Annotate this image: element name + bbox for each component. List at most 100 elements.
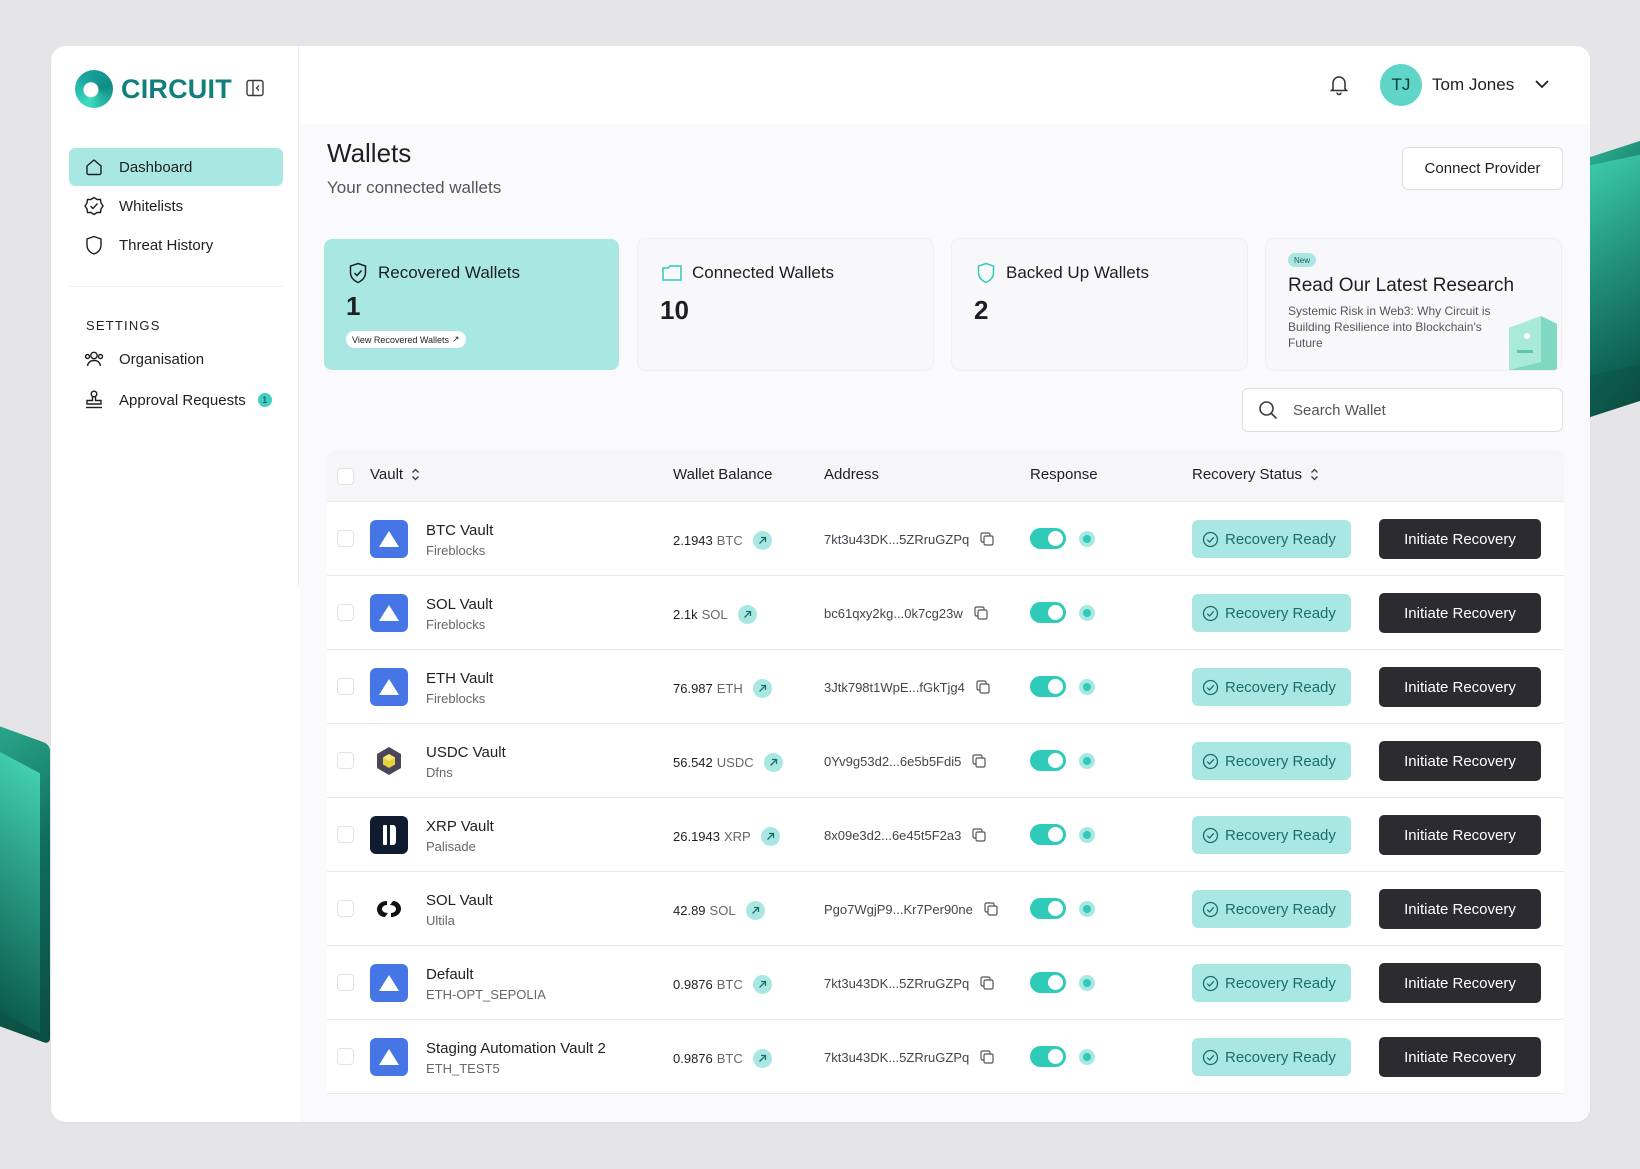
- arrow-up-right-icon[interactable]: [752, 679, 772, 698]
- column-label: Recovery Status: [1192, 466, 1303, 483]
- row-checkbox[interactable]: [337, 752, 354, 769]
- copy-icon[interactable]: [975, 679, 991, 695]
- response-status-dot: [1079, 901, 1095, 917]
- link-label: View Recovered Wallets: [352, 334, 450, 345]
- check-circle-icon: [1202, 753, 1219, 769]
- initiate-recovery-button[interactable]: Initiate Recovery: [1379, 593, 1541, 633]
- sidebar-item-organisation[interactable]: Organisation: [69, 340, 283, 378]
- copy-icon[interactable]: [979, 531, 995, 547]
- research-description: Systemic Risk in Web3: Why Circuit is Bu…: [1288, 304, 1491, 350]
- search-wallet-field[interactable]: [1242, 388, 1563, 432]
- copy-icon[interactable]: [983, 901, 999, 917]
- avatar[interactable]: TJ: [1380, 64, 1422, 106]
- response-toggle[interactable]: [1030, 750, 1066, 771]
- arrow-up-right-icon[interactable]: [760, 827, 780, 846]
- column-label: Response: [1030, 466, 1098, 483]
- connect-provider-button[interactable]: Connect Provider: [1402, 147, 1563, 190]
- recovered-wallets-card: Recovered Wallets 1 View Recovered Walle…: [324, 239, 619, 370]
- response-status-dot: [1079, 753, 1095, 769]
- sidebar-item-label: Dashboard: [119, 158, 193, 176]
- check-circle-icon: [1202, 975, 1219, 991]
- status-label: Recovery Ready: [1225, 1048, 1336, 1066]
- row-checkbox[interactable]: [337, 1048, 354, 1065]
- page-title: Wallets: [327, 138, 412, 168]
- response-toggle[interactable]: [1030, 602, 1066, 623]
- arrow-up-right-icon[interactable]: [737, 605, 757, 624]
- balance-unit: ETH: [716, 681, 743, 696]
- column-response: Response: [1030, 466, 1098, 483]
- initiate-recovery-button[interactable]: Initiate Recovery: [1379, 1037, 1541, 1077]
- wallet-balance: 56.542 USDC: [673, 753, 783, 772]
- arrow-up-right-icon[interactable]: [745, 901, 765, 920]
- initiate-recovery-button[interactable]: Initiate Recovery: [1379, 519, 1541, 559]
- check-circle-icon: [1202, 1049, 1219, 1065]
- select-all-checkbox[interactable]: [337, 468, 354, 485]
- response-toggle[interactable]: [1030, 898, 1066, 919]
- sidebar-item-whitelists[interactable]: Whitelists: [69, 187, 283, 225]
- response-toggle[interactable]: [1030, 1046, 1066, 1067]
- address-text: 3Jtk798t1WpE...fGkTjg4: [824, 679, 965, 695]
- vault-provider: Dfns: [426, 765, 453, 780]
- sort-icon: [1311, 468, 1319, 481]
- balance-unit: SOL: [701, 607, 728, 622]
- vault-provider: ETH-OPT_SEPOLIA: [426, 987, 546, 1002]
- copy-icon[interactable]: [971, 827, 987, 843]
- response-toggle[interactable]: [1030, 676, 1066, 697]
- wallet-address: 0Yv9g53d2...6e5b5Fdi5: [824, 753, 987, 769]
- wallet-balance: 0.9876 BTC: [673, 1049, 772, 1068]
- sidebar-item-approval-requests[interactable]: Approval Requests 1: [69, 381, 283, 419]
- row-checkbox[interactable]: [337, 974, 354, 991]
- copy-icon[interactable]: [971, 753, 987, 769]
- response-toggle[interactable]: [1030, 824, 1066, 845]
- row-checkbox[interactable]: [337, 530, 354, 547]
- row-checkbox[interactable]: [337, 604, 354, 621]
- column-vault[interactable]: Vault: [370, 466, 420, 483]
- initiate-recovery-button[interactable]: Initiate Recovery: [1379, 741, 1541, 781]
- recovery-status-badge: Recovery Ready: [1192, 964, 1351, 1002]
- copy-icon[interactable]: [979, 975, 995, 991]
- chevron-down-icon[interactable]: [1533, 77, 1551, 91]
- arrow-up-right-icon[interactable]: [752, 531, 772, 550]
- table-row: ETH Vault Fireblocks 76.987 ETH 3Jtk798t…: [327, 650, 1564, 724]
- response-toggle[interactable]: [1030, 528, 1066, 549]
- row-checkbox[interactable]: [337, 678, 354, 695]
- status-label: Recovery Ready: [1225, 604, 1336, 622]
- sidebar-item-threat-history[interactable]: Threat History: [69, 226, 283, 264]
- ultila-logo-icon: [370, 890, 408, 928]
- row-checkbox[interactable]: [337, 826, 354, 843]
- wallet-balance: 0.9876 BTC: [673, 975, 772, 994]
- recovery-status-badge: Recovery Ready: [1192, 520, 1351, 558]
- sidebar: CIRCUIT Dashboard Whitelists Threat Hist…: [51, 46, 299, 586]
- arrow-up-right-icon[interactable]: [752, 1049, 772, 1068]
- bell-icon[interactable]: [1327, 72, 1351, 96]
- status-label: Recovery Ready: [1225, 826, 1336, 844]
- copy-icon[interactable]: [979, 1049, 995, 1065]
- wallet-balance: 76.987 ETH: [673, 679, 772, 698]
- recovery-status-badge: Recovery Ready: [1192, 594, 1351, 632]
- view-recovered-wallets-link[interactable]: View Recovered Wallets ↗: [346, 331, 466, 348]
- initiate-recovery-button[interactable]: Initiate Recovery: [1379, 963, 1541, 1003]
- user-name[interactable]: Tom Jones: [1432, 75, 1514, 95]
- sidebar-item-dashboard[interactable]: Dashboard: [69, 148, 283, 186]
- research-card[interactable]: New Read Our Latest Research Systemic Ri…: [1266, 239, 1561, 370]
- status-label: Recovery Ready: [1225, 530, 1336, 548]
- balance-amount: 42.89: [673, 903, 706, 918]
- arrow-up-right-icon[interactable]: [763, 753, 783, 772]
- search-icon: [1259, 401, 1278, 420]
- response-toggle[interactable]: [1030, 972, 1066, 993]
- recovery-status-badge: Recovery Ready: [1192, 742, 1351, 780]
- palisade-logo-icon: [370, 816, 408, 854]
- arrow-up-right-icon[interactable]: [752, 975, 772, 994]
- brand[interactable]: CIRCUIT: [75, 68, 232, 110]
- copy-icon[interactable]: [973, 605, 989, 621]
- row-checkbox[interactable]: [337, 900, 354, 917]
- initiate-recovery-button[interactable]: Initiate Recovery: [1379, 889, 1541, 929]
- initiate-recovery-button[interactable]: Initiate Recovery: [1379, 815, 1541, 855]
- sidebar-collapse-icon[interactable]: [245, 78, 265, 98]
- recovery-status-badge: Recovery Ready: [1192, 816, 1351, 854]
- balance-amount: 56.542: [673, 755, 713, 770]
- balance-unit: XRP: [724, 829, 751, 844]
- search-input[interactable]: [1293, 401, 1543, 419]
- column-recovery-status[interactable]: Recovery Status: [1192, 466, 1319, 483]
- initiate-recovery-button[interactable]: Initiate Recovery: [1379, 667, 1541, 707]
